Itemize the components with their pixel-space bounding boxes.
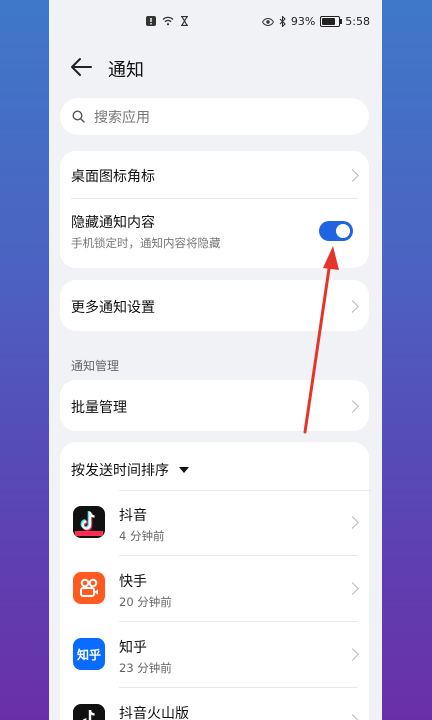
- sort-label: 按发送时间排序: [71, 463, 169, 479]
- more-settings-card[interactable]: 更多通知设置: [60, 280, 369, 331]
- chevron-right-icon: [346, 648, 359, 661]
- chevron-right-icon: [346, 300, 359, 313]
- section-label: 通知管理: [71, 359, 120, 373]
- page-header: 通知: [49, 50, 382, 84]
- search-icon: [72, 110, 85, 123]
- app-row-zhihu[interactable]: 知乎 知乎 23 分钟前: [60, 622, 369, 688]
- chevron-right-icon: [346, 400, 359, 413]
- douyin-huoshan-icon: [73, 704, 105, 720]
- zhihu-icon: 知乎: [73, 638, 105, 670]
- douyin-icon: [73, 506, 105, 538]
- wifi-icon: [162, 16, 174, 26]
- hide-content-sub: 手机锁定时，通知内容将隐藏: [71, 236, 221, 250]
- battery-percent: 93%: [290, 15, 316, 28]
- clock: 5:58: [345, 15, 370, 28]
- app-time: 4 分钟前: [119, 529, 165, 543]
- app-name: 抖音: [119, 508, 147, 524]
- chevron-right-icon: [346, 582, 359, 595]
- notification-icon: [146, 16, 156, 26]
- notification-settings-card: 桌面图标角标 隐藏通知内容 手机锁定时，通知内容将隐藏: [60, 151, 369, 268]
- badge-setting-row[interactable]: 桌面图标角标: [60, 151, 369, 198]
- hourglass-icon: [181, 16, 188, 26]
- hide-content-row[interactable]: 隐藏通知内容 手机锁定时，通知内容将隐藏: [60, 199, 369, 268]
- chevron-right-icon: [346, 516, 359, 529]
- phone-screen: 93% 5:58 通知 桌面图标角标 隐藏通知内容 手机锁定时，通知内容将隐藏: [49, 0, 382, 720]
- hide-content-label: 隐藏通知内容: [71, 215, 155, 231]
- batch-manage-label: 批量管理: [71, 400, 127, 416]
- sort-dropdown[interactable]: 按发送时间排序: [71, 460, 189, 480]
- badge-setting-label: 桌面图标角标: [71, 169, 155, 185]
- more-settings-label: 更多通知设置: [71, 300, 155, 316]
- app-name: 知乎: [119, 640, 147, 656]
- app-time: 20 分钟前: [119, 595, 172, 609]
- chevron-right-icon: [346, 714, 359, 720]
- more-settings-row[interactable]: 更多通知设置: [60, 280, 369, 331]
- app-row-kuaishou[interactable]: 快手 20 分钟前: [60, 556, 369, 622]
- kuaishou-icon: [73, 572, 105, 604]
- search-input[interactable]: [92, 98, 346, 137]
- app-row-douyin-huoshan[interactable]: 抖音火山版: [60, 688, 369, 720]
- zhihu-icon-text: 知乎: [76, 647, 101, 662]
- batch-manage-row[interactable]: 批量管理: [60, 380, 369, 431]
- toggle-knob: [336, 224, 350, 238]
- app-name: 抖音火山版: [119, 706, 189, 720]
- status-left-icons: [146, 16, 189, 26]
- batch-manage-card[interactable]: 批量管理: [60, 380, 369, 431]
- hide-content-toggle[interactable]: [319, 221, 353, 241]
- battery-icon: [320, 16, 343, 27]
- page-title: 通知: [108, 60, 144, 81]
- eye-icon: [261, 17, 274, 26]
- status-bar: 93% 5:58: [49, 0, 382, 44]
- back-arrow-icon[interactable]: [67, 53, 95, 81]
- app-name: 快手: [119, 574, 147, 590]
- app-row-douyin[interactable]: 抖音 4 分钟前: [60, 490, 369, 556]
- caret-down-icon: [179, 467, 189, 473]
- chevron-right-icon: [346, 169, 359, 182]
- status-right-icons: 93% 5:58: [261, 15, 370, 28]
- bluetooth-icon: [279, 16, 286, 27]
- search-bar[interactable]: [60, 98, 369, 137]
- app-time: 23 分钟前: [119, 661, 172, 675]
